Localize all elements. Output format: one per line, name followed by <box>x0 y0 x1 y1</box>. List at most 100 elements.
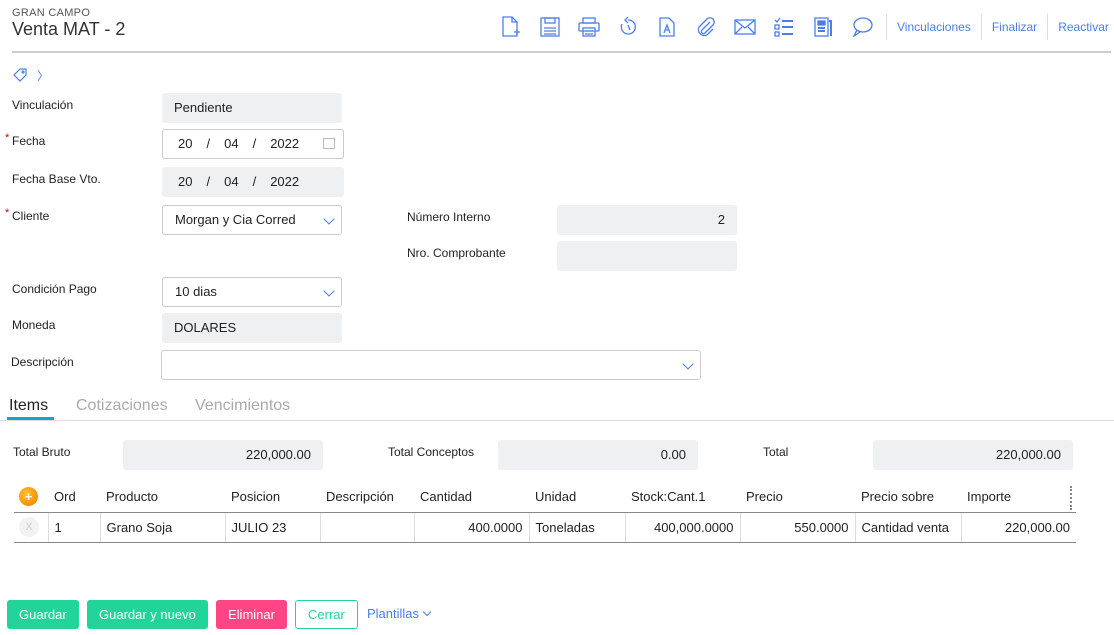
plantillas-dropdown[interactable]: Plantillas <box>367 606 432 621</box>
column-header: Unidad <box>535 489 577 505</box>
nro-comprobante-label: Nro. Comprobante <box>407 246 506 260</box>
cell-precio-sobre[interactable]: Cantidad venta <box>854 511 961 543</box>
tab-cotizaciones[interactable]: Cotizaciones <box>76 397 168 415</box>
chevron-down-icon <box>323 213 335 225</box>
column-resize-handle[interactable] <box>1070 486 1072 510</box>
attachment-icon[interactable] <box>691 14 721 40</box>
cliente-select[interactable]: Morgan y Cia Corred <box>162 205 342 235</box>
chevron-down-icon <box>682 358 694 370</box>
fecha-base-field: 20 / 04 / 2022 <box>162 167 344 197</box>
cell-unidad[interactable]: Toneladas <box>528 511 625 543</box>
sep: / <box>206 136 211 151</box>
report-icon[interactable] <box>808 14 838 40</box>
column-header: Precio sobre <box>861 489 934 505</box>
nro-comprobante-field <box>557 241 737 271</box>
cell-posicion[interactable]: JULIO 23 <box>224 511 320 543</box>
cell-stock[interactable]: 400,000.0000 <box>624 511 740 543</box>
new-document-icon[interactable] <box>496 14 526 40</box>
total-conceptos-field: 0.00 <box>498 440 698 470</box>
tag-icon[interactable] <box>13 68 29 85</box>
tabs-divider <box>0 420 1114 421</box>
email-icon[interactable] <box>730 14 760 40</box>
comment-icon[interactable] <box>847 14 877 40</box>
cliente-value: Morgan y Cia Corred <box>175 212 296 227</box>
cell-precio[interactable]: 550.0000 <box>739 511 855 543</box>
finalizar-link[interactable]: Finalizar <box>980 14 1047 40</box>
cliente-label-text: Cliente <box>12 209 50 223</box>
company-name: GRAN CAMPO <box>12 7 91 19</box>
active-tab-indicator <box>7 417 54 420</box>
toolbar: Vinculaciones Finalizar Reactivar <box>496 14 1114 40</box>
total-bruto-label: Total Bruto <box>13 445 71 459</box>
descripcion-select[interactable] <box>161 350 701 380</box>
cell-descripcion[interactable] <box>319 511 414 543</box>
chevron-down-icon <box>422 607 432 617</box>
column-header: Descripción <box>326 489 394 505</box>
chevron-down-icon <box>323 285 335 297</box>
vinculacion-label: Vinculación <box>12 98 74 112</box>
header-divider <box>12 51 1111 53</box>
day: 20 <box>178 174 193 189</box>
fecha-label: * Fecha <box>5 132 46 148</box>
sep: / <box>252 174 257 189</box>
eliminar-button[interactable]: Eliminar <box>216 600 287 629</box>
column-header: Producto <box>106 489 159 505</box>
calendar-icon[interactable] <box>323 138 335 149</box>
column-header: Ord <box>54 489 76 505</box>
history-icon[interactable] <box>613 14 643 40</box>
month[interactable]: 04 <box>224 130 238 158</box>
year: 2022 <box>270 174 300 189</box>
column-header: Precio <box>746 489 783 505</box>
fecha-base-label: Fecha Base Vto. <box>12 172 101 186</box>
chevron-right-icon[interactable]: 〉 <box>37 67 49 84</box>
condicion-pago-value: 10 dias <box>175 284 217 299</box>
fecha-label-text: Fecha <box>12 134 46 148</box>
cell-importe[interactable]: 220,000.00 <box>960 511 1076 543</box>
total-label: Total <box>763 445 789 459</box>
document-a-icon[interactable] <box>652 14 682 40</box>
cell-cantidad[interactable]: 400.0000 <box>413 511 529 543</box>
moneda-field: DOLARES <box>162 313 342 343</box>
guardar-button[interactable]: Guardar <box>7 600 79 629</box>
descripcion-label: Descripción <box>11 355 74 369</box>
year[interactable]: 2022 <box>270 130 299 158</box>
importe-header: Importe <box>967 489 1012 505</box>
print-icon[interactable] <box>574 14 604 40</box>
table-header-row: + Ord Producto Posicion Descripción Cant… <box>14 482 1076 512</box>
cliente-label: * Cliente <box>5 207 50 223</box>
numero-interno-label: Número Interno <box>407 210 491 224</box>
tab-items[interactable]: Items <box>9 397 48 415</box>
condicion-pago-label: Condición Pago <box>12 282 97 296</box>
total-bruto-field: 220,000.00 <box>123 440 323 470</box>
page-title: Venta MAT - 2 <box>12 19 126 39</box>
column-header: Importe <box>961 482 1076 512</box>
plantillas-label: Plantillas <box>367 606 420 621</box>
tab-vencimientos[interactable]: Vencimientos <box>195 397 290 415</box>
column-header: Cantidad <box>420 489 473 505</box>
month: 04 <box>224 174 239 189</box>
remove-row-button[interactable]: X <box>19 517 39 537</box>
sep: / <box>206 174 211 189</box>
column-header: Posicion <box>231 489 281 505</box>
total-conceptos-label: Total Conceptos <box>388 445 475 459</box>
vinculaciones-link[interactable]: Vinculaciones <box>886 14 981 40</box>
vinculacion-field: Pendiente <box>162 93 342 123</box>
numero-interno-field: 2 <box>557 205 737 235</box>
cerrar-button[interactable]: Cerrar <box>295 600 358 629</box>
guardar-y-nuevo-button[interactable]: Guardar y nuevo <box>87 600 208 629</box>
condicion-pago-select[interactable]: 10 dias <box>162 277 342 307</box>
sep: / <box>252 136 257 151</box>
cell-producto[interactable]: Grano Soja <box>99 511 225 543</box>
cell-ord[interactable]: 1 <box>47 511 100 543</box>
moneda-label: Moneda <box>12 318 56 332</box>
reactivar-link[interactable]: Reactivar <box>1047 14 1114 40</box>
column-header: Stock:Cant.1 <box>631 489 706 505</box>
save-icon[interactable] <box>535 14 565 40</box>
checklist-icon[interactable] <box>769 14 799 40</box>
items-table: + Ord Producto Posicion Descripción Cant… <box>14 482 1076 543</box>
fecha-input[interactable]: 20 / 04 / 2022 <box>162 129 344 159</box>
total-field: 220,000.00 <box>873 440 1073 470</box>
table-row: X 1 Grano Soja JULIO 23 400.0000 Tonelad… <box>14 511 1076 543</box>
day[interactable]: 20 <box>178 130 192 158</box>
add-row-icon[interactable]: + <box>19 487 38 507</box>
